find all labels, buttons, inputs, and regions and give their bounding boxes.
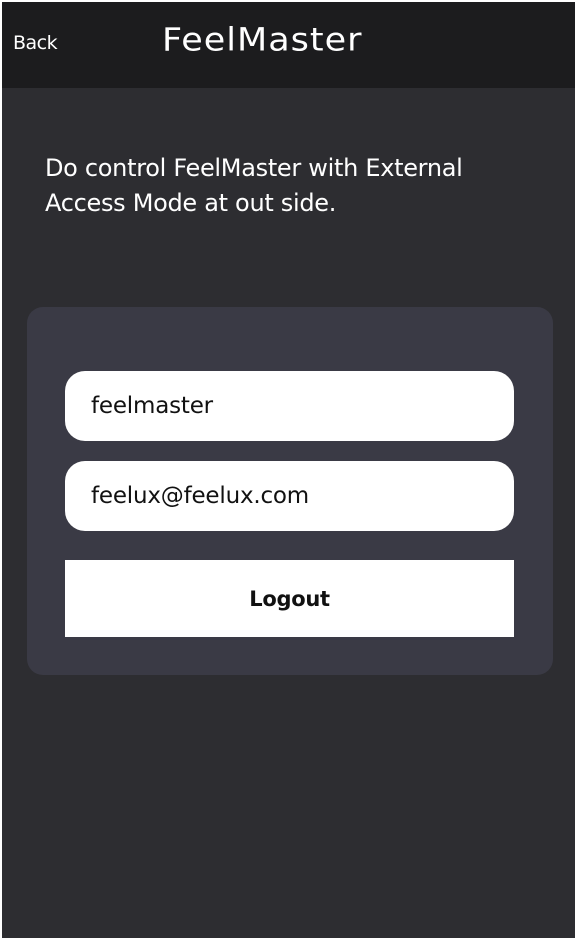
description-text: Do control FeelMaster with External Acce…: [45, 154, 463, 217]
account-card: feelmaster feelux@feelux.com Logout: [27, 307, 553, 675]
back-button[interactable]: Back: [13, 32, 58, 54]
header-bar: Back FeelMaster: [2, 2, 575, 88]
logout-button[interactable]: Logout: [65, 560, 514, 637]
username-field[interactable]: feelmaster: [65, 371, 514, 441]
app-screen: Back FeelMaster Do control FeelMaster wi…: [2, 2, 575, 938]
email-field[interactable]: feelux@feelux.com: [65, 461, 514, 531]
app-title: FeelMaster: [162, 22, 363, 59]
